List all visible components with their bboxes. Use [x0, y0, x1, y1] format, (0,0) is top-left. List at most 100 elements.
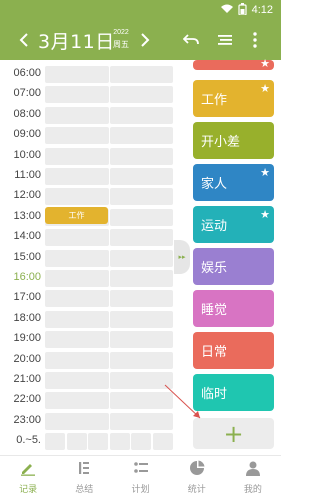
time-slot[interactable]	[131, 433, 151, 451]
chevron-left-icon[interactable]	[14, 20, 34, 60]
star-icon: ★	[260, 208, 270, 221]
time-slot[interactable]	[109, 433, 130, 451]
summary-icon	[76, 460, 92, 480]
time-slot[interactable]	[45, 106, 109, 124]
time-slot[interactable]	[88, 433, 108, 451]
category-button[interactable]: 开小差	[193, 122, 274, 159]
more-vertical-icon[interactable]	[245, 20, 265, 60]
date-year: 2022	[113, 29, 129, 36]
time-slot[interactable]	[45, 249, 109, 267]
category-label: 日常	[201, 345, 228, 360]
category-label: 运动	[201, 219, 228, 234]
nav-plan[interactable]: 计划	[112, 456, 168, 499]
time-slot[interactable]	[45, 392, 109, 410]
time-label: 15:00	[13, 250, 41, 263]
time-label: 14:00	[13, 230, 41, 243]
list-icon[interactable]	[214, 20, 236, 60]
category-button[interactable]: 家人 ★	[193, 164, 274, 201]
time-label: 07:00	[13, 87, 41, 100]
time-slot[interactable]	[66, 433, 87, 451]
category-partial[interactable]: ★	[193, 57, 274, 70]
category-label: 家人	[201, 177, 228, 192]
time-slot[interactable]	[110, 229, 173, 247]
time-slot[interactable]	[152, 433, 173, 451]
star-icon: ★	[260, 166, 270, 179]
category-label: 娱乐	[201, 261, 228, 276]
time-slot[interactable]	[110, 106, 173, 124]
time-label: 23:00	[13, 413, 41, 426]
status-icons: 4:12	[220, 2, 273, 18]
time-slot[interactable]	[110, 86, 173, 104]
nav-label: 统计	[187, 485, 206, 495]
nav-label: 记录	[19, 485, 38, 495]
time-label: 18:00	[13, 311, 41, 324]
category-label: 睡觉	[201, 303, 228, 318]
time-label: 17:00	[13, 291, 41, 304]
time-slot[interactable]	[45, 168, 109, 185]
time-slot[interactable]	[110, 147, 173, 165]
nav-label: 计划	[131, 485, 150, 495]
time-slot[interactable]	[45, 412, 109, 430]
nav-mine[interactable]: 我的	[225, 456, 281, 499]
time-slot[interactable]	[110, 331, 173, 349]
category-button[interactable]: 睡觉	[193, 290, 274, 327]
nav-label: 总结	[75, 485, 94, 495]
category-button[interactable]: 工作 ★	[193, 80, 274, 117]
nav-label: 我的	[243, 485, 262, 495]
double-chevron-right-icon: ▸▸	[178, 253, 186, 261]
nav-summary[interactable]: 总结	[56, 456, 112, 499]
time-slot[interactable]	[110, 127, 173, 145]
person-icon	[245, 460, 261, 480]
battery-icon	[237, 2, 247, 18]
time-slot[interactable]	[110, 188, 173, 206]
chevron-right-icon[interactable]	[135, 20, 155, 60]
pie-chart-icon	[189, 460, 205, 480]
time-label: 10:00	[13, 148, 41, 161]
time-slot[interactable]	[110, 351, 173, 369]
time-label: 0.~5.	[16, 434, 41, 447]
date-weekday: 周五	[113, 40, 129, 49]
time-slot[interactable]	[45, 310, 109, 328]
status-bar: 4:12	[0, 0, 281, 20]
nav-record[interactable]: 记录	[0, 456, 56, 499]
undo-icon[interactable]	[180, 20, 202, 60]
time-slot[interactable]	[45, 372, 109, 389]
wifi-icon	[220, 4, 233, 17]
time-slot[interactable]	[45, 127, 109, 145]
category-button[interactable]: 娱乐	[193, 248, 274, 285]
category-button[interactable]: 运动 ★	[193, 206, 274, 243]
time-slot[interactable]	[45, 270, 109, 287]
time-slot[interactable]	[110, 208, 173, 226]
time-slot[interactable]	[110, 249, 173, 267]
time-label: 20:00	[13, 352, 41, 365]
expand-panel-handle[interactable]: ▸▸	[174, 240, 190, 274]
time-slot[interactable]	[45, 66, 109, 83]
time-slot[interactable]	[110, 168, 173, 185]
time-slot[interactable]	[45, 229, 109, 247]
category-button[interactable]: 日常	[193, 332, 274, 369]
time-label: 19:00	[13, 332, 41, 345]
time-slot[interactable]	[110, 270, 173, 287]
bottom-navigation: 记录 总结 计划 统计 我的	[0, 455, 281, 499]
date-title[interactable]: 3月11日	[38, 27, 115, 54]
time-label: 12:00	[13, 189, 41, 202]
time-slot[interactable]	[110, 66, 173, 83]
time-label: 11:00	[14, 169, 41, 181]
time-slot[interactable]	[45, 147, 109, 165]
time-slot[interactable]	[45, 331, 109, 349]
app-screen: 4:12 3月11日 2022 周五 06:00 07:00 08:00 09:00 1…	[0, 0, 281, 499]
time-slot[interactable]	[45, 351, 109, 369]
time-label: 06:00	[13, 67, 41, 79]
event-label: 工作	[68, 211, 85, 220]
star-icon: ★	[260, 82, 270, 95]
time-label: 08:00	[13, 107, 41, 120]
star-icon: ★	[260, 57, 270, 70]
nav-stats[interactable]: 统计	[169, 456, 225, 499]
time-slot[interactable]	[45, 433, 65, 451]
time-slot[interactable]	[45, 290, 109, 308]
timeline-event[interactable]: 工作	[45, 207, 108, 224]
time-slot[interactable]	[45, 86, 109, 104]
time-slot[interactable]	[110, 290, 173, 308]
time-slot[interactable]	[45, 188, 109, 206]
time-slot[interactable]	[110, 310, 173, 328]
